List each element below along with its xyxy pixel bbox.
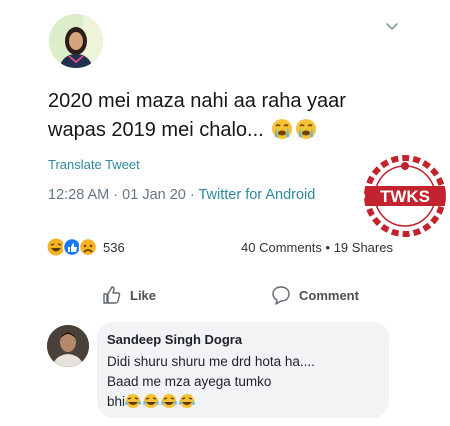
- profile-photo: [47, 325, 89, 367]
- comments-count[interactable]: 40 Comments: [241, 240, 322, 255]
- tweet-source-link[interactable]: Twitter for Android: [198, 187, 315, 203]
- commenter-name[interactable]: Sandeep Singh Dogra: [107, 332, 242, 347]
- profile-photo: [49, 14, 103, 68]
- reaction-icons: [47, 237, 98, 257]
- comment-bubble-icon: [272, 286, 290, 305]
- reactions-count: 536: [103, 239, 125, 255]
- laughing-crying-icon: [125, 394, 142, 408]
- tweet-time: 12:28 AM: [48, 187, 110, 203]
- like-react-icon: [62, 237, 82, 257]
- comment-line-1: Didi shuru shuru me drd hota ha....: [107, 354, 315, 369]
- like-button[interactable]: Like: [102, 285, 156, 305]
- translate-tweet-link[interactable]: Translate Tweet: [48, 157, 140, 172]
- laughing-crying-icon: [179, 394, 196, 408]
- laugh-react-icon: [47, 238, 65, 256]
- sad-react-icon: [78, 237, 98, 257]
- svg-text:TWKS: TWKS: [380, 187, 430, 206]
- reactions-summary[interactable]: 536: [47, 237, 125, 257]
- meta-separator: ·: [185, 187, 199, 203]
- tweet-date: 01 Jan 20: [122, 187, 186, 203]
- shares-count[interactable]: 19 Shares: [334, 240, 393, 255]
- meta-separator: ·: [109, 187, 123, 203]
- thumbs-up-icon: [103, 286, 121, 304]
- twks-watermark-logo: TWKS: [364, 155, 446, 237]
- stats-separator: •: [321, 240, 334, 255]
- post-stats: 40 Comments • 19 Shares: [241, 240, 393, 255]
- tweet-text-line-2: wapas 2019 mei chalo...: [48, 119, 264, 141]
- crying-face-icon: [295, 118, 317, 149]
- laughing-crying-icon: [161, 394, 178, 408]
- commenter-avatar[interactable]: [47, 325, 89, 367]
- comment-line-2: Baad me mza ayega tumko: [107, 374, 272, 389]
- chevron-down-icon[interactable]: [385, 22, 399, 32]
- tweet-text-line-1: 2020 mei maza nahi aa raha yaar: [48, 90, 346, 112]
- tweet-text: 2020 mei maza nahi aa raha yaar wapas 20…: [48, 87, 388, 149]
- comment-line-3: bhi: [107, 394, 126, 409]
- comment-text: Didi shuru shuru me drd hota ha.... Baad…: [107, 352, 377, 415]
- comment-label: Comment: [299, 287, 359, 303]
- tweet-metadata: 12:28 AM · 01 Jan 20 · Twitter for Andro…: [48, 187, 315, 203]
- crying-face-icon: [271, 118, 293, 149]
- laughing-crying-icons: [125, 393, 197, 415]
- laughing-crying-icon: [143, 394, 160, 408]
- comment-button[interactable]: Comment: [271, 285, 359, 305]
- author-avatar[interactable]: [49, 14, 103, 68]
- like-label: Like: [130, 287, 157, 303]
